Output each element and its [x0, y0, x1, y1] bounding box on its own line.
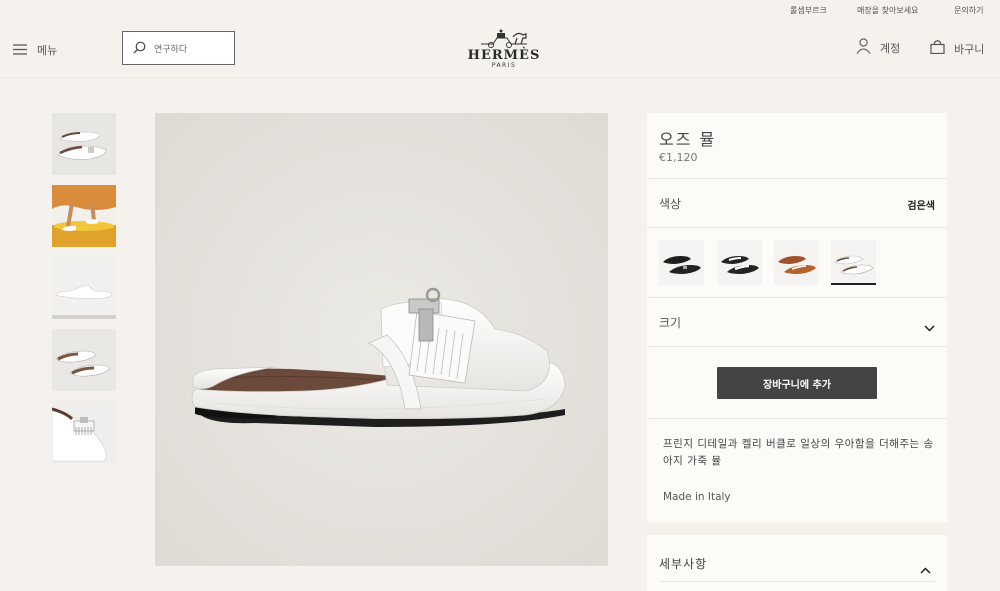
thumbnail-pair-view[interactable] [52, 113, 116, 175]
details-label: 세부사항 [659, 557, 708, 571]
logo-subtitle: PARIS [491, 62, 517, 69]
site-header: 메뉴 연구하다 HERMÈS PARIS 계정 바구니 [0, 20, 1000, 78]
cart-label: 바구니 [954, 42, 985, 56]
divider [647, 178, 947, 179]
color-swatch-black-white[interactable] [717, 240, 762, 285]
thumbnail-closeup-view[interactable] [52, 401, 116, 463]
color-swatch-white[interactable] [831, 240, 876, 285]
product-info-panel: 오즈 뮬 €1,120 색상 검은색 크기 장바구니에 추가 프린지 디테일과 … [647, 113, 947, 522]
details-accordion[interactable]: 세부사항 [647, 535, 947, 591]
color-swatch-brown[interactable] [774, 240, 819, 285]
menu-button[interactable]: 메뉴 [13, 40, 57, 59]
cart-button[interactable]: 바구니 [930, 39, 984, 58]
logo-wordmark: HERMÈS [467, 48, 541, 63]
shopping-bag-icon [930, 39, 945, 58]
divider [647, 346, 947, 347]
search-placeholder: 연구하다 [154, 44, 188, 55]
divider [647, 227, 947, 228]
country-of-origin: Made in Italy [663, 491, 731, 503]
product-price: €1,120 [659, 151, 698, 164]
size-label: 크기 [659, 316, 682, 330]
account-button[interactable]: 계정 [856, 38, 900, 58]
chevron-down-icon [924, 317, 935, 336]
chevron-up-icon [920, 559, 931, 578]
top-link-find-store[interactable]: 매장을 찾아보세요 [857, 5, 918, 16]
search-icon [133, 39, 146, 58]
utility-bar: 롤셈부르크 매장을 찾아보세요 문의하기 [0, 0, 1000, 20]
divider [647, 297, 947, 298]
selected-color-value: 검은색 [907, 201, 935, 212]
divider [647, 418, 947, 419]
thumbnail-list [52, 113, 116, 473]
user-icon [856, 38, 871, 58]
thumbnail-side-view[interactable] [52, 257, 116, 319]
menu-label: 메뉴 [37, 43, 58, 57]
color-swatch-black[interactable] [659, 240, 704, 285]
search-box[interactable]: 연구하다 [122, 31, 235, 65]
account-label: 계정 [880, 42, 901, 55]
carriage-logo-icon [481, 29, 527, 49]
product-name: 오즈 뮬 [659, 130, 717, 149]
divider [659, 581, 935, 582]
size-selector[interactable]: 크기 [647, 299, 947, 346]
color-label: 색상 [659, 197, 682, 211]
thumbnail-sole-view[interactable] [52, 329, 116, 391]
top-link-contact[interactable]: 문의하기 [954, 5, 983, 16]
add-to-cart-button[interactable]: 장바구니에 추가 [717, 367, 877, 399]
thumbnail-worn-view[interactable] [52, 185, 116, 247]
hermes-logo[interactable]: HERMÈS PARIS [467, 28, 541, 70]
top-link-luxembourg[interactable]: 롤셈부르크 [790, 5, 827, 16]
hamburger-icon [13, 40, 27, 59]
main-product-image[interactable] [155, 113, 608, 566]
product-description: 프린지 디테일과 켈리 버클로 일상의 우아함을 더해주는 송아지 가죽 뮬 [663, 438, 934, 467]
